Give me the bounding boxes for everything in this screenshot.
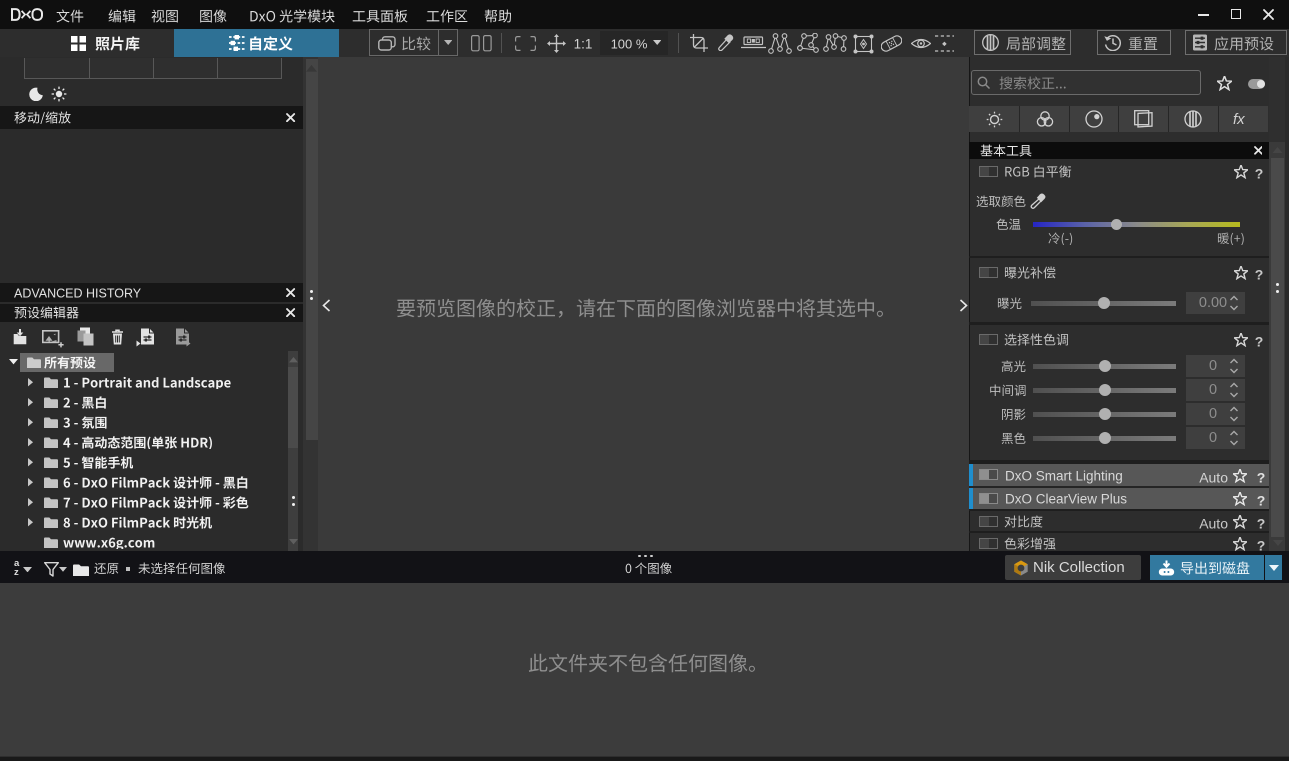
svg-text:fx: fx	[1233, 111, 1245, 128]
